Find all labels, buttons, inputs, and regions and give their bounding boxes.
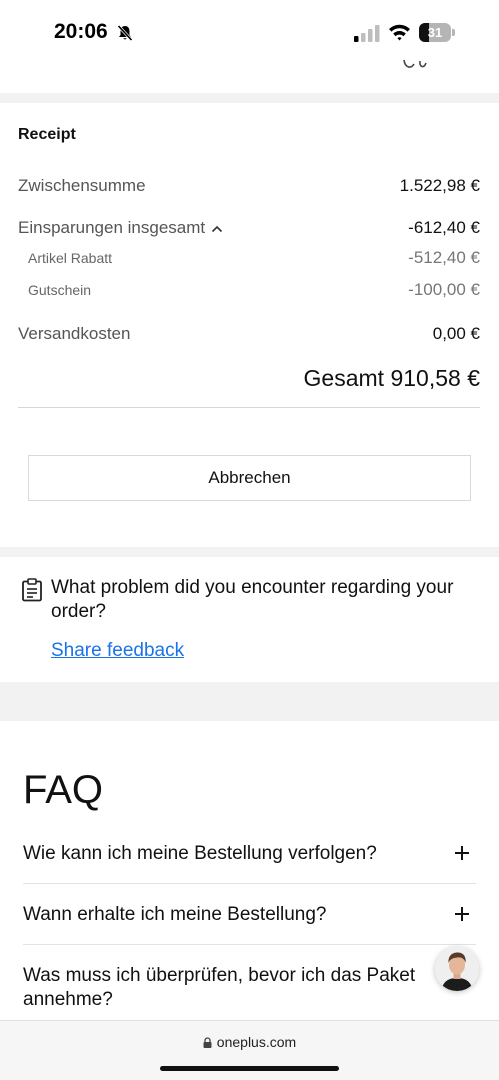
faq-question: Wann erhalte ich meine Bestellung? [23,904,327,925]
order-total: Gesamt 910,58 € [303,365,480,391]
signal-icon [354,25,380,42]
faq-item[interactable]: Was muss ich überprüfen, bevor ich das P… [23,964,476,1014]
battery-icon: 31 [419,23,455,42]
url-text: oneplus.com [216,1034,297,1050]
shipping-label: Versandkosten [18,324,131,343]
cancel-order-button[interactable]: Abbrechen [28,455,471,501]
shipping-value: 0,00 € [432,324,480,343]
plus-icon [455,846,469,860]
receipt-divider [18,407,480,408]
caret-up-icon [212,225,223,232]
battery-level: 31 [427,25,443,40]
subtotal-value: 1.522,98 € [399,176,480,195]
wifi-icon [389,24,410,41]
faq-question: Wie kann ich meine Bestellung verfolgen? [23,843,377,864]
bell-muted-icon [117,24,133,42]
avatar-image [435,947,479,991]
home-indicator[interactable] [160,1066,339,1071]
faq-item[interactable]: Wann erhalte ich meine Bestellung? [23,903,476,943]
faq-item[interactable]: Wie kann ich meine Bestellung verfolgen? [23,842,476,882]
browser-address-bar[interactable]: oneplus.com [0,1020,499,1080]
savings-value: -612,40 € [408,218,480,237]
share-feedback-link[interactable]: Share feedback [51,640,184,662]
partial-scrolled-icon [403,59,427,68]
faq-question: Was muss ich überprüfen, bevor ich das P… [23,965,416,1010]
section-separator [0,682,499,721]
status-time: 20:06 [54,20,108,43]
support-chat-avatar[interactable] [435,947,479,991]
url-container: oneplus.com [0,1034,499,1050]
article-discount-label: Artikel Rabatt [28,250,113,266]
lock-icon [203,1037,212,1048]
receipt-title: Receipt [18,126,76,143]
voucher-label: Gutschein [28,282,92,298]
savings-label: Einsparungen insgesamt [18,218,206,237]
voucher-value: -100,00 € [408,280,480,299]
faq-divider [23,944,476,945]
faq-title: FAQ [23,768,104,812]
faq-divider [23,883,476,884]
subtotal-label: Zwischensumme [18,176,146,195]
plus-icon [455,907,469,921]
clipboard-icon [22,578,42,602]
section-separator [0,93,499,103]
section-separator [0,547,499,557]
article-discount-value: -512,40 € [408,248,480,267]
savings-toggle[interactable]: Einsparungen insgesamt [18,218,223,238]
feedback-question: What problem did you encounter regarding… [51,577,454,622]
